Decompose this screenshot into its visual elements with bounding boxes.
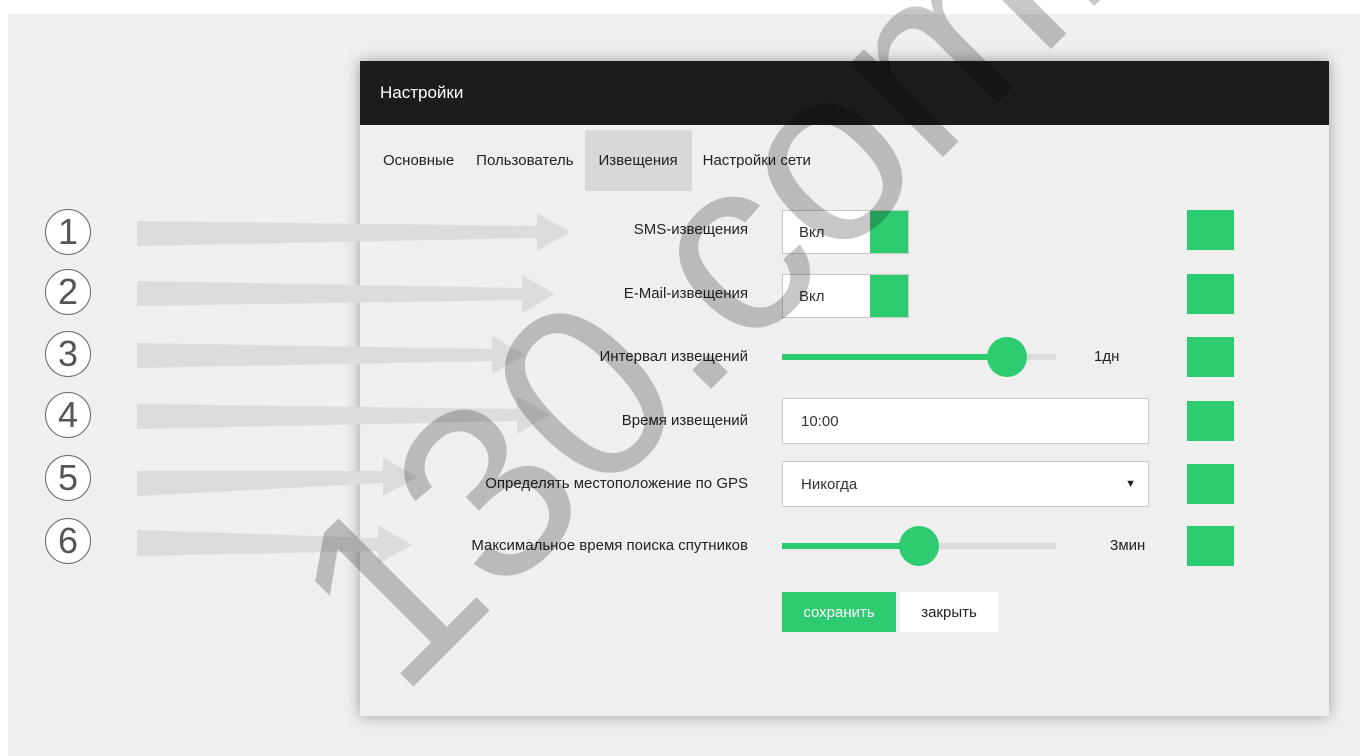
interval-value: 1дн (1094, 347, 1120, 365)
callout-1: 1 (45, 209, 125, 259)
callout-number: 1 (45, 209, 91, 255)
callout-number: 3 (45, 331, 91, 377)
email-toggle[interactable]: Вкл (782, 274, 909, 318)
gps-help-button[interactable] (1187, 464, 1234, 504)
satellite-row: Максимальное время поиска спутников 3мин (360, 522, 1329, 568)
sms-row: SMS-извещения Вкл (360, 206, 1329, 254)
caret-down-icon: ▼ (1125, 478, 1136, 490)
sms-help-button[interactable] (1187, 210, 1234, 250)
tab-network-settings[interactable]: Настройки сети (692, 130, 822, 191)
satellite-slider[interactable] (782, 526, 1056, 566)
satellite-label: Максимальное время поиска спутников (471, 536, 748, 554)
time-input[interactable] (782, 398, 1149, 444)
email-toggle-text: Вкл (799, 287, 825, 305)
time-row: Время извещений (360, 397, 1329, 444)
sms-toggle-text: Вкл (799, 223, 825, 241)
save-button[interactable]: сохранить (782, 592, 896, 632)
callout-4: 4 (45, 392, 125, 442)
sms-label: SMS-извещения (633, 220, 748, 238)
interval-row: Интервал извещений 1дн (360, 333, 1329, 379)
callout-2: 2 (45, 269, 125, 319)
callout-number: 2 (45, 269, 91, 315)
close-button[interactable]: закрыть (900, 592, 998, 632)
settings-dialog: Настройки Основные Пользователь Извещени… (360, 61, 1329, 716)
sms-toggle[interactable]: Вкл (782, 210, 909, 254)
dialog-title: Настройки (360, 61, 1329, 125)
interval-help-button[interactable] (1187, 337, 1234, 377)
interval-slider[interactable] (782, 337, 1056, 377)
callout-number: 6 (45, 518, 91, 564)
callout-3: 3 (45, 331, 125, 381)
time-label: Время извещений (621, 411, 748, 429)
satellite-help-button[interactable] (1187, 526, 1234, 566)
tab-notifications[interactable]: Извещения (584, 130, 692, 191)
gps-select[interactable]: Никогда ▼ (782, 461, 1149, 507)
email-help-button[interactable] (1187, 274, 1234, 314)
email-toggle-knob (870, 275, 908, 317)
satellite-value: 3мин (1110, 536, 1146, 554)
satellite-slider-thumb[interactable] (899, 526, 939, 566)
gps-select-value: Никогда (801, 475, 858, 493)
tab-user[interactable]: Пользователь (465, 130, 584, 191)
gps-label: Определять местоположение по GPS (485, 474, 748, 492)
time-help-button[interactable] (1187, 401, 1234, 441)
callout-number: 5 (45, 455, 91, 501)
gps-row: Определять местоположение по GPS Никогда… (360, 460, 1329, 507)
interval-slider-thumb[interactable] (986, 337, 1027, 377)
tab-main[interactable]: Основные (372, 130, 465, 191)
callout-6: 6 (45, 518, 125, 568)
tab-bar: Основные Пользователь Извещения Настройк… (372, 130, 822, 191)
email-row: E-Mail-извещения Вкл (360, 270, 1329, 318)
interval-slider-fill (782, 354, 1007, 360)
callout-number: 4 (45, 392, 91, 438)
callout-5: 5 (45, 455, 125, 505)
interval-label: Интервал извещений (599, 347, 748, 365)
email-label: E-Mail-извещения (623, 284, 748, 302)
sms-toggle-knob (870, 211, 908, 253)
